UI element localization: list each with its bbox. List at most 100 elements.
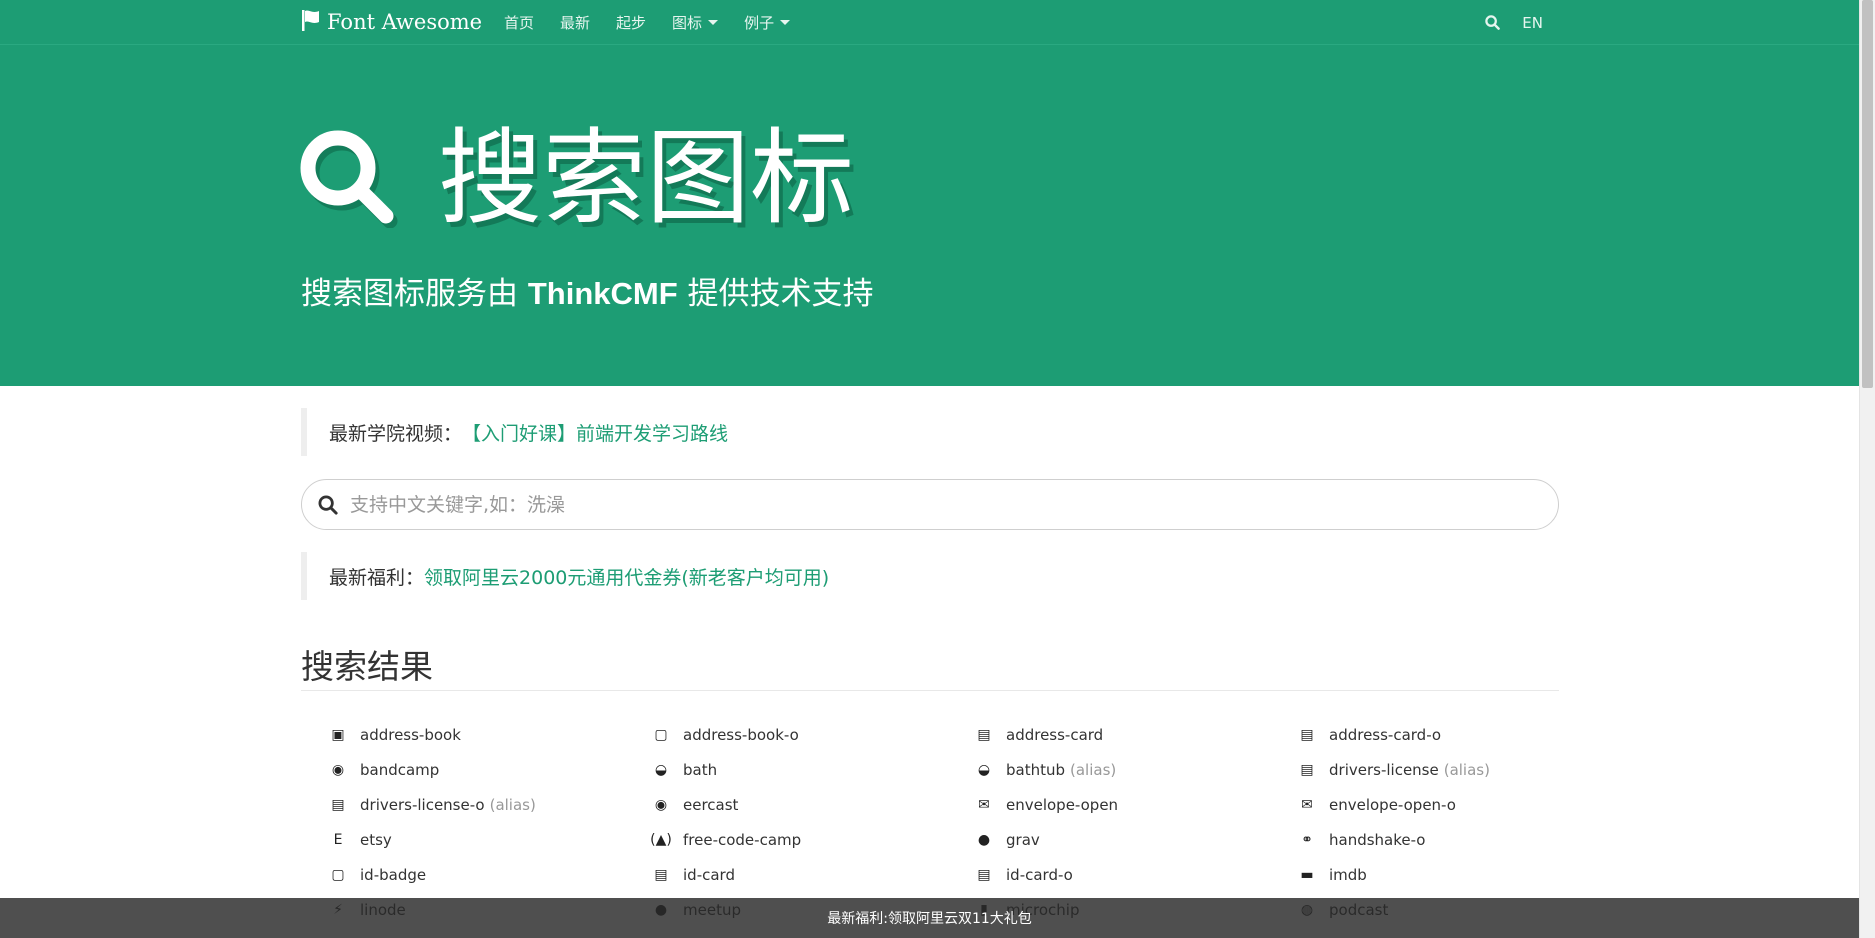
search-icon	[298, 128, 398, 229]
address-book-o-icon: ▢	[654, 726, 668, 743]
bathtub-icon: ◒	[977, 761, 991, 778]
address-card-icon: ▤	[977, 726, 991, 743]
icon-result-name: address-card-o	[1329, 725, 1442, 744]
icon-result-item[interactable]: ⚭ handshake-o	[1295, 822, 1618, 857]
id-card-o-icon: ▤	[977, 866, 991, 883]
icon-result-name: imdb	[1329, 865, 1367, 884]
caret-down-icon	[780, 20, 791, 25]
icon-result-name: address-book-o	[683, 725, 799, 744]
icon-result-item[interactable]: ▤ drivers-license-o (alias)	[326, 787, 649, 822]
nav-link-start[interactable]: 起步	[616, 12, 646, 33]
academy-notice-link[interactable]: 【入门好课】前端开发学习路线	[462, 419, 728, 446]
nav-right: EN	[1485, 0, 1543, 45]
grav-icon: ●	[977, 831, 991, 848]
results-grid: ▣ address-book ▢ address-book-o ▤ address-car…	[326, 717, 1616, 927]
drivers-license-o-icon: ▤	[331, 796, 345, 813]
caret-down-icon	[708, 20, 719, 25]
hero-subtitle-brand: ThinkCMF	[527, 276, 678, 311]
nav-link-label: 例子	[744, 14, 775, 32]
icon-result-name: address-book	[360, 725, 461, 744]
id-card-icon: ▤	[654, 866, 668, 883]
icon-result-item[interactable]: Eetsy	[326, 822, 649, 857]
brand-link[interactable]: Font Awesome	[301, 6, 482, 38]
alias-tag: (alias)	[1443, 760, 1490, 779]
icon-result-item[interactable]: ▤ id-card	[649, 857, 972, 892]
nav-search-icon[interactable]	[1485, 15, 1501, 30]
icon-result-name: eercast	[683, 795, 739, 814]
flag-icon	[301, 9, 321, 36]
hero-subtitle-post: 提供技术支持	[677, 276, 874, 312]
icon-result-item[interactable]: ✉ envelope-open	[972, 787, 1295, 822]
nav-dropdown-icons[interactable]: 图标	[672, 12, 719, 33]
icon-result-item[interactable]: ▤ address-card	[972, 717, 1295, 752]
nav-dropdown-examples[interactable]: 例子	[744, 12, 791, 33]
id-badge-icon: ▢	[331, 866, 345, 883]
nav-link-label: 最新	[560, 14, 591, 32]
icon-result-item[interactable]: ▤ drivers-license (alias)	[1295, 752, 1618, 787]
bottom-promo-link[interactable]: 最新福利:领取阿里云双11大礼包	[827, 908, 1032, 928]
icon-result-name: id-card	[683, 865, 735, 884]
icon-result-item[interactable]: ▢ address-book-o	[649, 717, 972, 752]
bottom-promo-bar: 最新福利:领取阿里云双11大礼包	[0, 898, 1859, 938]
icon-result-item[interactable]: ◒ bathtub (alias)	[972, 752, 1295, 787]
address-book-icon: ▣	[331, 726, 345, 743]
icon-result-name: bathtub	[1006, 760, 1066, 779]
icon-result-item[interactable]: ◒ bath	[649, 752, 972, 787]
nav-menu: 首页 最新 起步 图标 例子	[504, 0, 816, 45]
academy-notice: 最新学院视频： 【入门好课】前端开发学习路线	[301, 408, 1559, 456]
language-switch[interactable]: EN	[1522, 14, 1543, 32]
icon-result-name: id-badge	[360, 865, 427, 884]
icon-result-name: etsy	[360, 830, 392, 849]
icon-result-item[interactable]: ◉ bandcamp	[326, 752, 649, 787]
scrollbar-thumb[interactable]	[1862, 0, 1873, 388]
nav-link-label: 起步	[616, 14, 647, 32]
icon-result-name: id-card-o	[1006, 865, 1073, 884]
icon-result-item[interactable]: (▲) free-code-camp	[649, 822, 972, 857]
hero-subtitle-pre: 搜索图标服务由	[301, 276, 528, 312]
hero-title: 搜索图标	[298, 123, 854, 233]
icon-result-item[interactable]: ▤ address-card-o	[1295, 717, 1618, 752]
icon-result-item[interactable]: ▢ id-badge	[326, 857, 649, 892]
search-icon	[318, 495, 338, 515]
icon-result-item[interactable]: ▣ address-book	[326, 717, 649, 752]
icon-search-input[interactable]	[350, 493, 1500, 516]
icon-result-item[interactable]: ✉ envelope-open-o	[1295, 787, 1618, 822]
alias-tag: (alias)	[489, 795, 536, 814]
nav-link-label: 图标	[672, 14, 703, 32]
icon-result-name: drivers-license	[1329, 760, 1439, 779]
envelope-open-icon: ✉	[978, 796, 990, 813]
handshake-o-icon: ⚭	[1301, 831, 1313, 848]
icon-result-item[interactable]: ● grav	[972, 822, 1295, 857]
promo-notice-label: 最新福利：	[329, 566, 425, 589]
icon-result-name: address-card	[1006, 725, 1104, 744]
imdb-icon: ▬	[1300, 866, 1314, 883]
top-navbar: Font Awesome 首页 最新 起步 图标 例子 EN	[0, 0, 1859, 45]
results-title: 搜索结果	[301, 647, 433, 686]
icon-result-name: bandcamp	[360, 760, 440, 779]
brand-name: Font Awesome	[327, 10, 483, 34]
nav-link-latest[interactable]: 最新	[560, 12, 590, 33]
icon-result-item[interactable]: ▤ id-card-o	[972, 857, 1295, 892]
address-card-o-icon: ▤	[1300, 726, 1314, 743]
icon-result-name: grav	[1006, 830, 1040, 849]
hero-subtitle: 搜索图标服务由 ThinkCMF 提供技术支持	[301, 268, 874, 313]
academy-notice-label: 最新学院视频：	[329, 422, 463, 445]
page: Font Awesome 首页 最新 起步 图标 例子 EN 搜索图标 搜索图标…	[0, 0, 1875, 938]
promo-notice: 最新福利： 领取阿里云2000元通用代金券(新老客户均可用)	[301, 552, 1559, 600]
icon-result-name: envelope-open	[1006, 795, 1119, 814]
drivers-license-icon: ▤	[1300, 761, 1314, 778]
bandcamp-icon: ◉	[331, 761, 345, 778]
icon-result-name: handshake-o	[1329, 830, 1426, 849]
hero-banner: 搜索图标 搜索图标服务由 ThinkCMF 提供技术支持	[0, 45, 1859, 386]
bath-icon: ◒	[654, 761, 668, 778]
divider	[301, 690, 1559, 691]
vertical-scrollbar[interactable]	[1859, 0, 1875, 938]
promo-notice-link[interactable]: 领取阿里云2000元通用代金券(新老客户均可用)	[424, 563, 829, 590]
icon-result-item[interactable]: ▬ imdb	[1295, 857, 1618, 892]
eercast-icon: ◉	[654, 796, 668, 813]
icon-result-item[interactable]: ◉ eercast	[649, 787, 972, 822]
nav-link-label: 首页	[504, 14, 535, 32]
free-code-camp-icon: (▲)	[650, 831, 672, 848]
envelope-open-o-icon: ✉	[1301, 796, 1313, 813]
nav-link-home[interactable]: 首页	[504, 12, 534, 33]
